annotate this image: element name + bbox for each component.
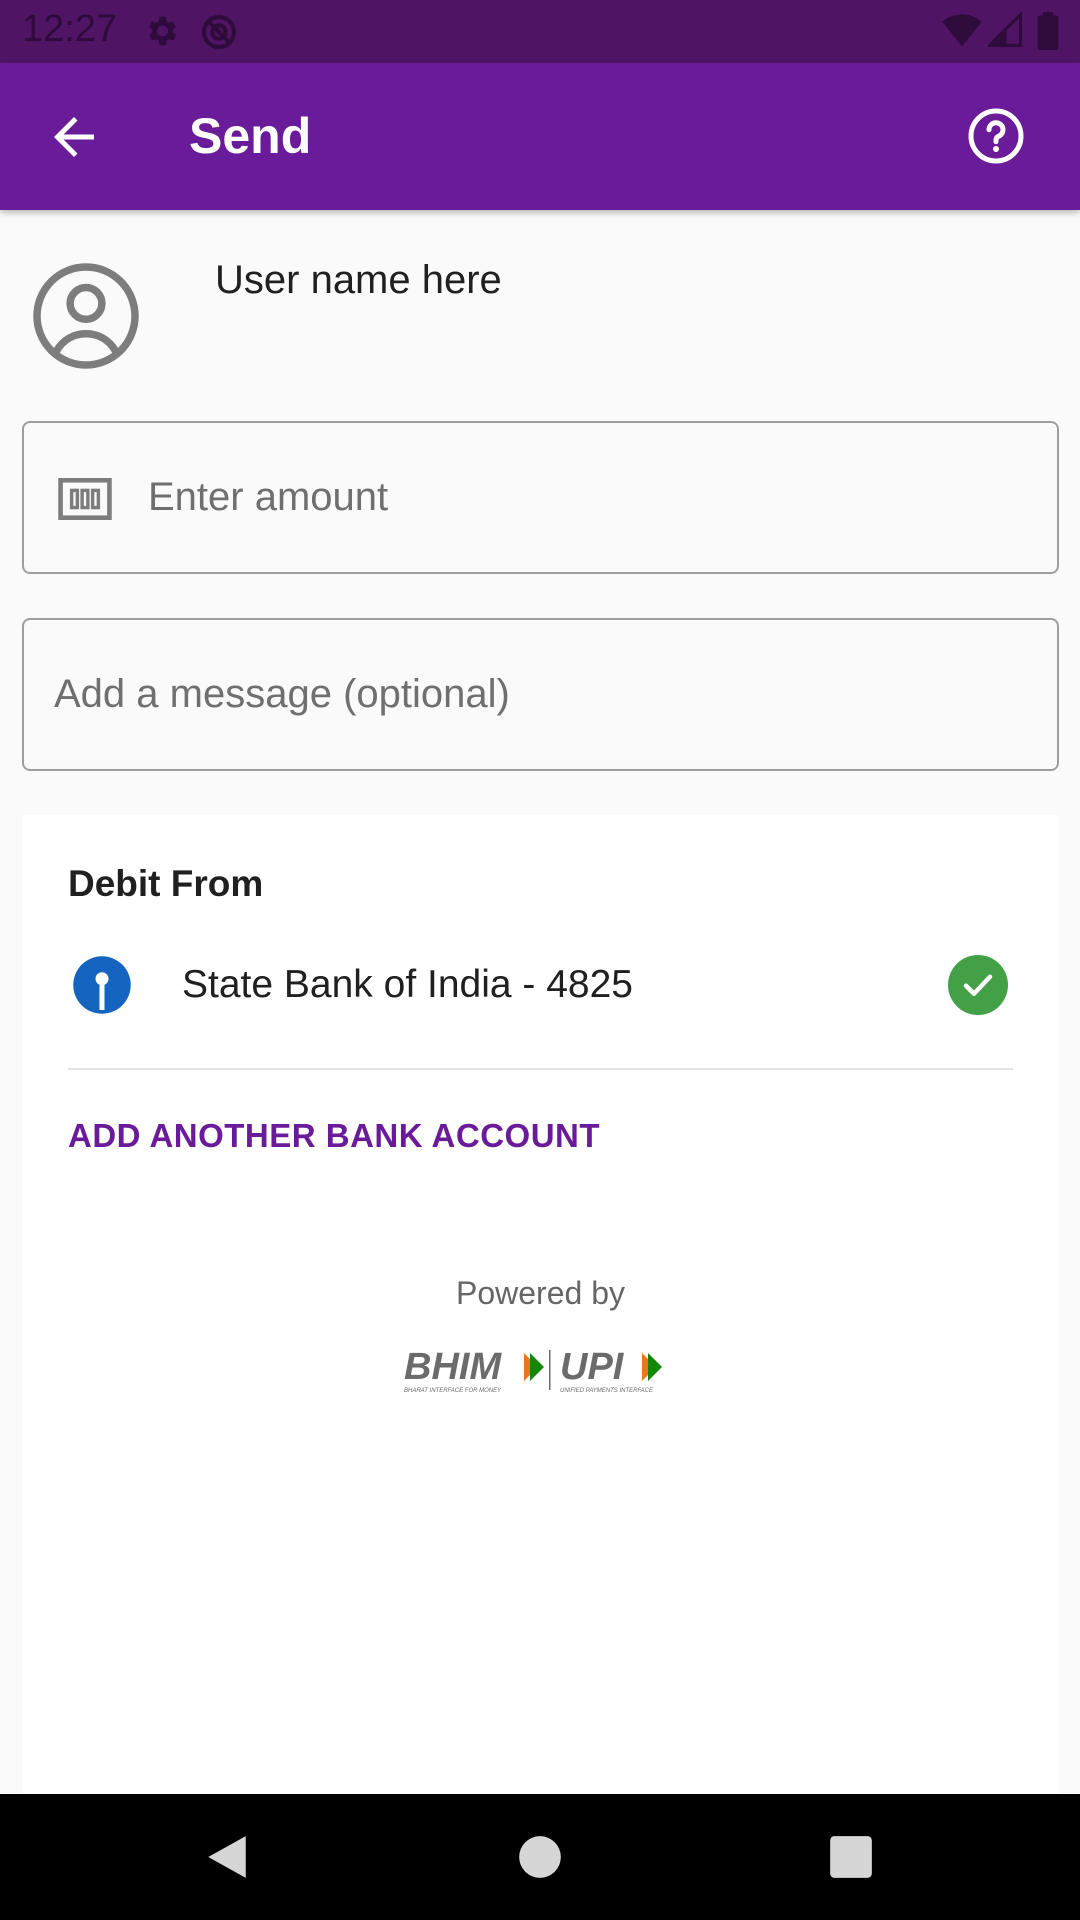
bhim-upi-logo: BHIM UPI BHARAT INTERFACE FOR MONEY UNIF… bbox=[404, 1346, 662, 1394]
divider bbox=[68, 1068, 1013, 1070]
nav-home-icon[interactable] bbox=[515, 1832, 565, 1882]
debit-from-title: Debit From bbox=[68, 863, 264, 904]
powered-by-label: Powered by bbox=[456, 1275, 625, 1311]
sync-disabled-icon bbox=[201, 14, 237, 50]
message-field[interactable] bbox=[22, 618, 1059, 771]
upi-logo-subtitle: UNIFIED PAYMENTS INTERFACE bbox=[560, 1388, 654, 1394]
nav-recents-icon[interactable] bbox=[826, 1832, 876, 1882]
app-bar: Send bbox=[0, 63, 1080, 210]
status-bar: 12:27 bbox=[0, 0, 1080, 63]
amount-field[interactable] bbox=[22, 421, 1059, 574]
gear-icon bbox=[148, 16, 177, 46]
money-icon bbox=[58, 478, 112, 520]
add-bank-account-button[interactable]: ADD ANOTHER BANK ACCOUNT bbox=[68, 1117, 600, 1155]
bank-account-name: State Bank of India - 4825 bbox=[182, 963, 633, 1006]
message-input[interactable] bbox=[54, 664, 1034, 724]
nav-back-icon[interactable] bbox=[202, 1832, 252, 1882]
arrow-left-icon[interactable] bbox=[44, 107, 104, 167]
wifi-icon bbox=[942, 14, 982, 47]
upi-logo-text: UPI bbox=[560, 1346, 625, 1388]
bhim-logo-text: BHIM bbox=[404, 1346, 502, 1388]
battery-icon bbox=[1037, 12, 1059, 50]
sbi-logo-icon bbox=[73, 956, 131, 1014]
debit-from-card: Debit From State Bank of India - 4825 AD… bbox=[22, 815, 1059, 1795]
check-circle-icon bbox=[948, 955, 1008, 1015]
help-circle-icon[interactable] bbox=[966, 106, 1026, 166]
bank-account-row[interactable]: State Bank of India - 4825 bbox=[22, 935, 1059, 1035]
amount-input[interactable] bbox=[148, 467, 1028, 527]
signal-icon bbox=[988, 12, 1022, 47]
account-circle-icon bbox=[33, 263, 139, 369]
recipient-name: User name here bbox=[215, 258, 502, 302]
navigation-bar bbox=[0, 1794, 1080, 1920]
page-title: Send bbox=[189, 108, 312, 164]
status-time: 12:27 bbox=[22, 8, 118, 50]
bhim-logo-subtitle: BHARAT INTERFACE FOR MONEY bbox=[404, 1388, 502, 1394]
